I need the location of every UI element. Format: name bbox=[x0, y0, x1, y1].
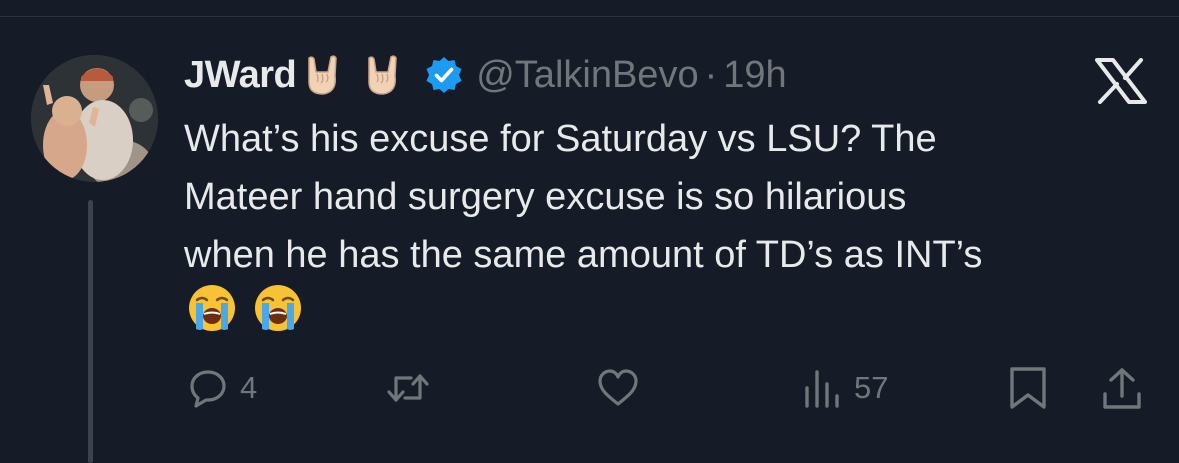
loudly-crying-face-emoji bbox=[253, 283, 303, 338]
tweet-header: JWard @TalkinBevo · 19h bbox=[184, 50, 787, 100]
display-name[interactable]: JWard bbox=[184, 54, 297, 97]
like-button[interactable] bbox=[596, 360, 650, 416]
thread-connector-line bbox=[88, 200, 93, 463]
sign-of-horns-emoji bbox=[364, 54, 402, 96]
share-icon bbox=[1103, 368, 1141, 409]
retweet-icon bbox=[387, 374, 429, 402]
tweet-text: What’s his excuse for Saturday vs LSU? T… bbox=[184, 118, 983, 276]
views-button[interactable]: 57 bbox=[800, 360, 888, 416]
avatar[interactable] bbox=[31, 55, 158, 182]
heart-icon bbox=[598, 369, 638, 406]
user-handle[interactable]: @TalkinBevo bbox=[476, 54, 698, 97]
retweet-button[interactable] bbox=[386, 360, 440, 416]
bookmark-button[interactable] bbox=[1006, 360, 1050, 416]
x-logo-icon bbox=[1095, 58, 1147, 104]
views-chart-icon bbox=[805, 370, 839, 408]
timestamp[interactable]: 19h bbox=[723, 54, 786, 97]
top-divider bbox=[0, 16, 1179, 17]
bookmark-icon bbox=[1010, 367, 1046, 409]
verified-badge-icon[interactable] bbox=[424, 55, 464, 95]
loudly-crying-face-emoji bbox=[187, 283, 237, 338]
tweet-action-bar: 4 57 bbox=[0, 360, 1179, 420]
share-button[interactable] bbox=[1100, 360, 1144, 416]
reply-button[interactable]: 4 bbox=[186, 360, 257, 416]
reply-count: 4 bbox=[240, 370, 258, 405]
reply-icon bbox=[190, 370, 226, 408]
separator-dot: · bbox=[704, 53, 718, 96]
trailing-emoji-row bbox=[187, 283, 303, 338]
sign-of-horns-emoji bbox=[304, 54, 342, 96]
views-count: 57 bbox=[854, 370, 889, 405]
